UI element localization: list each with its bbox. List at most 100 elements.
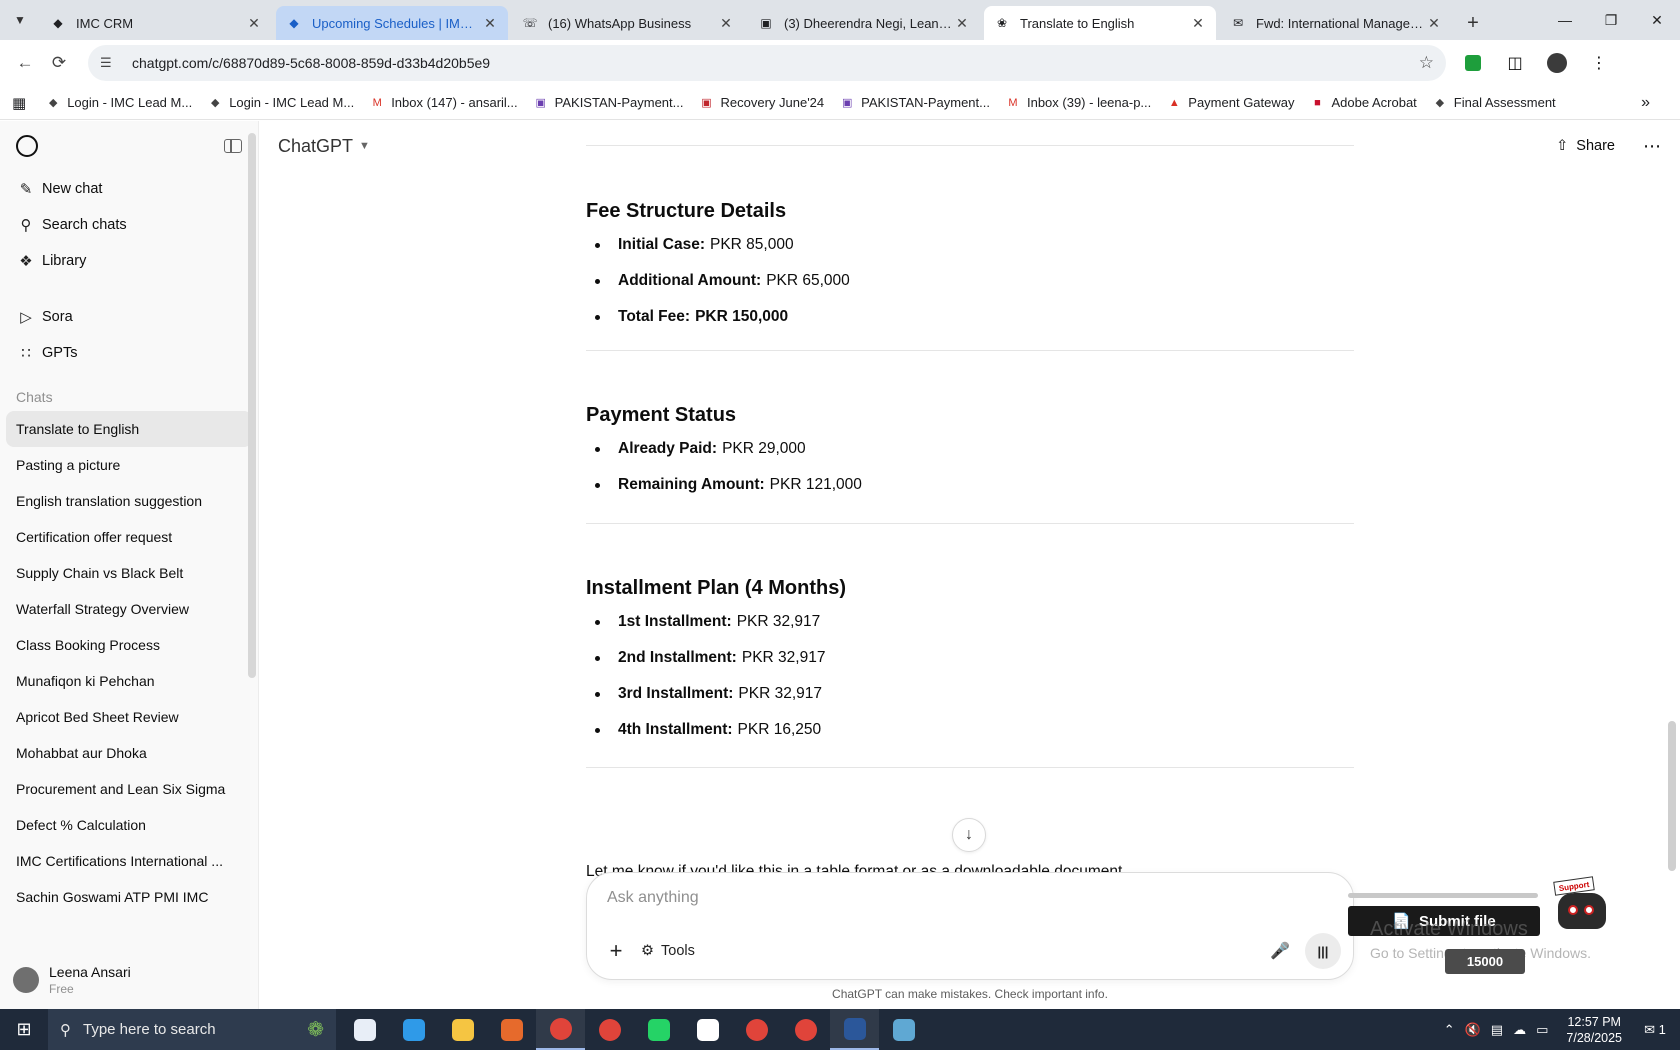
bookmark-item[interactable]: M Inbox (147) - ansaril... [370, 95, 518, 110]
bookmark-star-icon[interactable]: ☆ [1419, 53, 1434, 73]
browser-tab[interactable]: ☏ (16) WhatsApp Business ✕ [512, 6, 744, 40]
copilot-icon[interactable] [389, 1009, 438, 1050]
new-tab-button[interactable]: + [1456, 6, 1490, 40]
app-orange-icon[interactable] [487, 1009, 536, 1050]
list-item: Additional Amount: PKR 65,000 [586, 272, 850, 290]
chat-history-item[interactable]: Munafiqon ki Pehchan [6, 663, 252, 699]
more-bookmarks-icon[interactable]: » [1641, 94, 1650, 112]
bookmark-item[interactable]: ■ Adobe Acrobat [1311, 95, 1417, 110]
file-explorer-icon[interactable] [438, 1009, 487, 1050]
browser-tab[interactable]: ◆ IMC CRM ✕ [40, 6, 272, 40]
item-label: Remaining Amount: [618, 476, 765, 493]
chat-history-item[interactable]: Procurement and Lean Six Sigma [6, 771, 252, 807]
model-selector[interactable]: ChatGPT ▼ [278, 136, 370, 157]
profile-avatar-icon[interactable] [1540, 46, 1574, 80]
browser-menu-icon[interactable]: ⋮ [1582, 46, 1616, 80]
chat-history-item[interactable]: Class Booking Process [6, 627, 252, 663]
microphone-icon[interactable]: 🎤 [1265, 936, 1295, 966]
chrome-icon[interactable] [781, 1009, 830, 1050]
bookmark-item[interactable]: ▲ Payment Gateway [1167, 95, 1295, 110]
chrome-icon[interactable] [732, 1009, 781, 1050]
sora-button[interactable]: ▷ Sora [6, 299, 252, 335]
browser-tab[interactable]: ❀ Translate to English ✕ [984, 6, 1216, 40]
back-button[interactable]: ← [8, 46, 42, 80]
chat-history-item[interactable]: Supply Chain vs Black Belt [6, 555, 252, 591]
chat-history-item[interactable]: Waterfall Strategy Overview [6, 591, 252, 627]
site-info-icon[interactable]: ☰ [100, 55, 122, 71]
whatsapp-icon[interactable] [634, 1009, 683, 1050]
cloud-icon[interactable]: ☁ [1513, 1022, 1526, 1038]
network-icon[interactable]: ▤ [1491, 1022, 1503, 1038]
scroll-down-button[interactable]: ↓ [952, 818, 986, 852]
chevron-up-icon[interactable]: ⌃ [1444, 1022, 1455, 1038]
close-tab-icon[interactable]: ✕ [954, 15, 970, 32]
task-view-icon[interactable] [340, 1009, 389, 1050]
chat-scrollbar[interactable] [1668, 721, 1676, 871]
browser-tab[interactable]: ◆ Upcoming Schedules | IMC Cer ✕ [276, 6, 508, 40]
tab-search-icon[interactable]: ▼ [0, 0, 40, 40]
support-mascot-icon[interactable]: Support [1550, 876, 1608, 931]
tab-title: IMC CRM [76, 15, 134, 31]
minimize-icon[interactable]: — [1542, 0, 1588, 40]
bookmark-item[interactable]: ▣ PAKISTAN-Payment... [534, 95, 683, 110]
more-options-icon[interactable]: ⋯ [1643, 136, 1662, 157]
browser-tab[interactable]: ✉ Fwd: International Managemen ✕ [1220, 6, 1452, 40]
chrome-icon[interactable] [585, 1009, 634, 1050]
display-icon[interactable]: ▭ [1536, 1022, 1548, 1038]
share-button[interactable]: ⇧ Share [1556, 138, 1615, 154]
bookmark-item[interactable]: ◆ Final Assessment [1433, 95, 1556, 110]
tools-button[interactable]: ⚙ Tools [641, 943, 695, 959]
reload-button[interactable]: ⟳ [42, 46, 76, 80]
notepad-icon[interactable] [879, 1009, 928, 1050]
voice-mode-button[interactable]: ||| [1305, 933, 1341, 969]
bookmark-item[interactable]: ◆ Login - IMC Lead M... [208, 95, 354, 110]
address-bar[interactable]: ☰ chatgpt.com/c/68870d89-5c68-8008-859d-… [88, 45, 1446, 81]
chat-history-item[interactable]: Apricot Bed Sheet Review [6, 699, 252, 735]
bookmark-item[interactable]: ▣ PAKISTAN-Payment... [840, 95, 990, 110]
chat-history-item[interactable]: Defect % Calculation [6, 807, 252, 843]
add-attachment-button[interactable]: + [601, 936, 631, 966]
search-chats-button[interactable]: ⚲ Search chats [6, 207, 252, 243]
notification-center[interactable]: ✉ 1 [1640, 1022, 1670, 1038]
taskbar-apps [340, 1009, 928, 1050]
chat-history-item[interactable]: Certification offer request [6, 519, 252, 555]
close-tab-icon[interactable]: ✕ [718, 15, 734, 32]
chat-history-item[interactable]: Sachin Goswami ATP PMI IMC [6, 879, 252, 915]
clock[interactable]: 12:57 PM 7/28/2025 [1566, 1014, 1622, 1046]
volume-muted-icon[interactable]: 🔇 [1465, 1022, 1481, 1038]
chat-history-item[interactable]: IMC Certifications International ... [6, 843, 252, 879]
browser-tab[interactable]: ▣ (3) Dheerendra Negi, Lean Six S ✕ [748, 6, 980, 40]
word-icon[interactable] [830, 1009, 879, 1050]
prompt-input[interactable]: Ask anything [607, 889, 699, 907]
bookmark-item[interactable]: ◆ Login - IMC Lead M... [46, 95, 192, 110]
chrome-icon[interactable] [536, 1009, 585, 1050]
taskbar-search[interactable]: ⚲ Type here to search ❁ [48, 1009, 336, 1050]
windows-start-icon[interactable]: ⊞ [0, 1009, 48, 1050]
close-window-icon[interactable]: ✕ [1634, 0, 1680, 40]
user-menu[interactable]: Leena Ansari Free [0, 951, 258, 1009]
url-text[interactable]: chatgpt.com/c/68870d89-5c68-8008-859d-d3… [132, 55, 1419, 71]
bookmark-item[interactable]: ▣ Recovery June'24 [699, 95, 824, 110]
library-button[interactable]: ❖ Library [6, 243, 252, 279]
apps-grid-icon[interactable]: ▦ [12, 94, 26, 112]
sidebar-toggle-icon[interactable] [224, 139, 242, 153]
restore-icon[interactable]: ❐ [1588, 0, 1634, 40]
list-item: 1st Installment: PKR 32,917 [586, 613, 820, 631]
chat-history-item[interactable]: English translation suggestion [6, 483, 252, 519]
close-tab-icon[interactable]: ✕ [246, 15, 262, 32]
new-chat-button[interactable]: ✎ New chat [6, 171, 252, 207]
clock-app-icon[interactable] [683, 1009, 732, 1050]
chat-history-item[interactable]: Pasting a picture [6, 447, 252, 483]
gpts-button[interactable]: ∷ GPTs [6, 335, 252, 371]
close-tab-icon[interactable]: ✕ [1190, 15, 1206, 32]
bookmark-item[interactable]: M Inbox (39) - leena-p... [1006, 95, 1151, 110]
chat-history-item[interactable]: Mohabbat aur Dhoka [6, 735, 252, 771]
openai-logo-icon[interactable] [16, 135, 38, 157]
sidebar-scrollbar[interactable] [248, 133, 256, 678]
extension-green-icon[interactable] [1456, 46, 1490, 80]
sidebar-item-label: Library [42, 253, 87, 269]
close-tab-icon[interactable]: ✕ [482, 15, 498, 32]
chat-history-item[interactable]: Translate to English [6, 411, 252, 447]
close-tab-icon[interactable]: ✕ [1426, 15, 1442, 32]
extensions-puzzle-icon[interactable]: ◫ [1498, 46, 1532, 80]
